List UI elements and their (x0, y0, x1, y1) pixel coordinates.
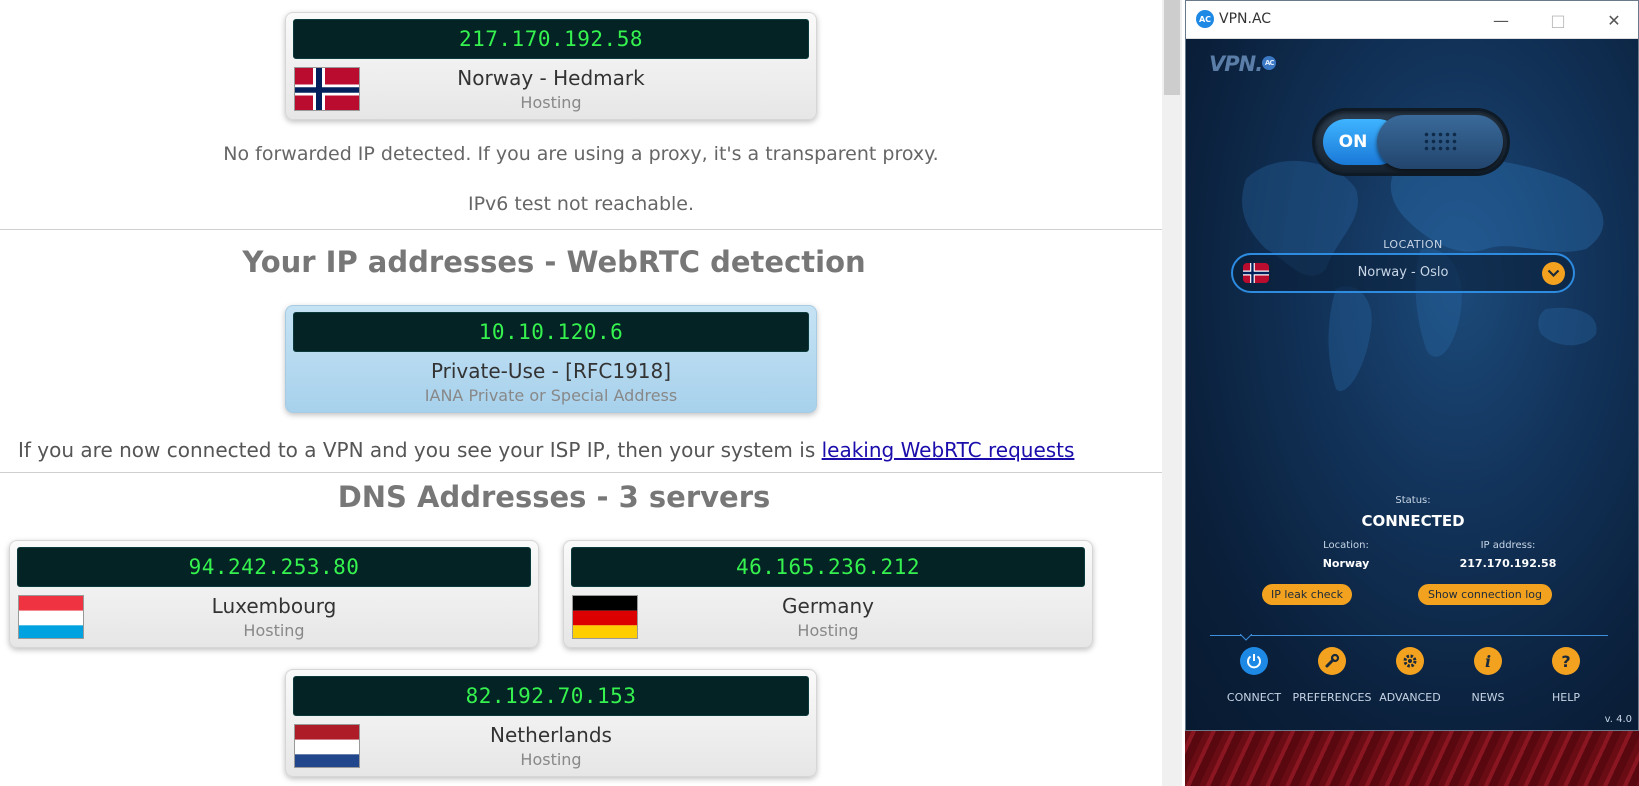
webrtc-heading: Your IP addresses - WebRTC detection (242, 245, 866, 279)
scrollbar-thumb[interactable] (1164, 0, 1180, 95)
dns-type: Hosting (243, 621, 305, 640)
gear-icon (1396, 647, 1424, 675)
connected-location-label: Location: (1323, 540, 1369, 551)
power-icon (1240, 647, 1268, 675)
minimize-button[interactable]: — (1481, 7, 1521, 33)
nav-news[interactable]: i NEWS (1449, 647, 1527, 707)
help-icon: ? (1552, 647, 1580, 675)
dns-location: Germany (782, 594, 874, 618)
vpn-power-toggle[interactable]: ON (1315, 111, 1507, 173)
nav-preferences[interactable]: PREFERENCES (1293, 647, 1371, 707)
nav-help[interactable]: ? HELP (1527, 647, 1605, 707)
info-icon: i (1474, 647, 1502, 675)
dns-type: Hosting (797, 621, 859, 640)
wrench-icon (1318, 647, 1346, 675)
ip-address-value: 217.170.192.58 (1459, 557, 1557, 570)
ip-address-display: 217.170.192.58 (293, 19, 809, 59)
vpn-app-icon: AC (1196, 10, 1214, 28)
dns-card-germany: 46.165.236.212 Germany Hosting (563, 540, 1093, 648)
webpage: 217.170.192.58 Norway - Hedmark Hosting … (0, 0, 1162, 786)
ip-address-label: IP address: (1480, 540, 1536, 551)
title-bar: AC VPN.AC — □ ✕ (1186, 1, 1638, 39)
brand-dot: AC (1262, 56, 1277, 70)
dns-ip-display: 94.242.253.80 (17, 547, 531, 587)
divider (0, 229, 1162, 230)
location-label: LOCATION (1383, 238, 1443, 251)
show-connection-log-button[interactable]: Show connection log (1418, 584, 1552, 605)
dns-location: Netherlands (490, 723, 612, 747)
webrtc-leak-text: If you are now connected to a VPN and yo… (18, 438, 822, 462)
vpn-main-panel: VPN. AC ON LOCATION Norway - Oslo Status: (1186, 39, 1638, 730)
location-value: Norway - Oslo (1357, 265, 1449, 280)
vpn-window: AC VPN.AC — □ ✕ VPN. AC ON LOCATION Norw… (1185, 0, 1639, 731)
webrtc-location: Private-Use - [RFC1918] (430, 359, 672, 383)
ip-location: Norway - Hedmark (457, 66, 645, 90)
ip-type: Hosting (520, 93, 582, 112)
dns-card-netherlands: 82.192.70.153 Netherlands Hosting (285, 669, 817, 777)
window-title: VPN.AC (1219, 11, 1272, 27)
webrtc-ip-display: 10.10.120.6 (293, 312, 809, 352)
dns-card-luxembourg: 94.242.253.80 Luxembourg Hosting (9, 540, 539, 648)
webrtc-type: IANA Private or Special Address (424, 386, 678, 405)
location-select[interactable]: Norway - Oslo (1231, 253, 1575, 293)
nav-help-label: HELP (1552, 691, 1580, 704)
webrtc-leak-note: If you are now connected to a VPN and yo… (18, 438, 1074, 462)
forwarded-ip-note: No forwarded IP detected. If you are usi… (223, 143, 939, 165)
toggle-knob[interactable] (1377, 115, 1503, 169)
dns-heading: DNS Addresses - 3 servers (337, 480, 771, 514)
nav-divider (1210, 634, 1608, 641)
app-version: v. 4.0 (1604, 714, 1632, 725)
desktop-wallpaper (1185, 731, 1639, 786)
dns-type: Hosting (520, 750, 582, 769)
maximize-button[interactable]: □ (1538, 7, 1578, 33)
brand-text: VPN. (1209, 52, 1263, 76)
dns-ip-display: 82.192.70.153 (293, 676, 809, 716)
ipv6-note: IPv6 test not reachable. (467, 193, 695, 215)
divider (0, 472, 1162, 473)
grip-icon (1423, 131, 1459, 153)
ip-card-webrtc: 10.10.120.6 Private-Use - [RFC1918] IANA… (285, 305, 817, 413)
page-scrollbar[interactable] (1162, 0, 1182, 786)
nav-connect[interactable]: CONNECT (1215, 647, 1293, 707)
nav-advanced[interactable]: ADVANCED (1371, 647, 1449, 707)
status-label: Status: (1395, 495, 1431, 506)
dns-ip-display: 46.165.236.212 (571, 547, 1085, 587)
connected-location-value: Norway (1322, 557, 1370, 570)
ip-card-public: 217.170.192.58 Norway - Hedmark Hosting (285, 12, 817, 120)
close-button[interactable]: ✕ (1594, 7, 1634, 33)
chevron-down-icon[interactable] (1542, 262, 1565, 285)
vpn-brand-logo: VPN. AC (1209, 52, 1277, 76)
dns-location: Luxembourg (211, 594, 337, 618)
leaking-webrtc-link[interactable]: leaking WebRTC requests (822, 438, 1075, 462)
status-value: CONNECTED (1361, 512, 1465, 530)
ip-leak-check-button[interactable]: IP leak check (1262, 584, 1352, 605)
